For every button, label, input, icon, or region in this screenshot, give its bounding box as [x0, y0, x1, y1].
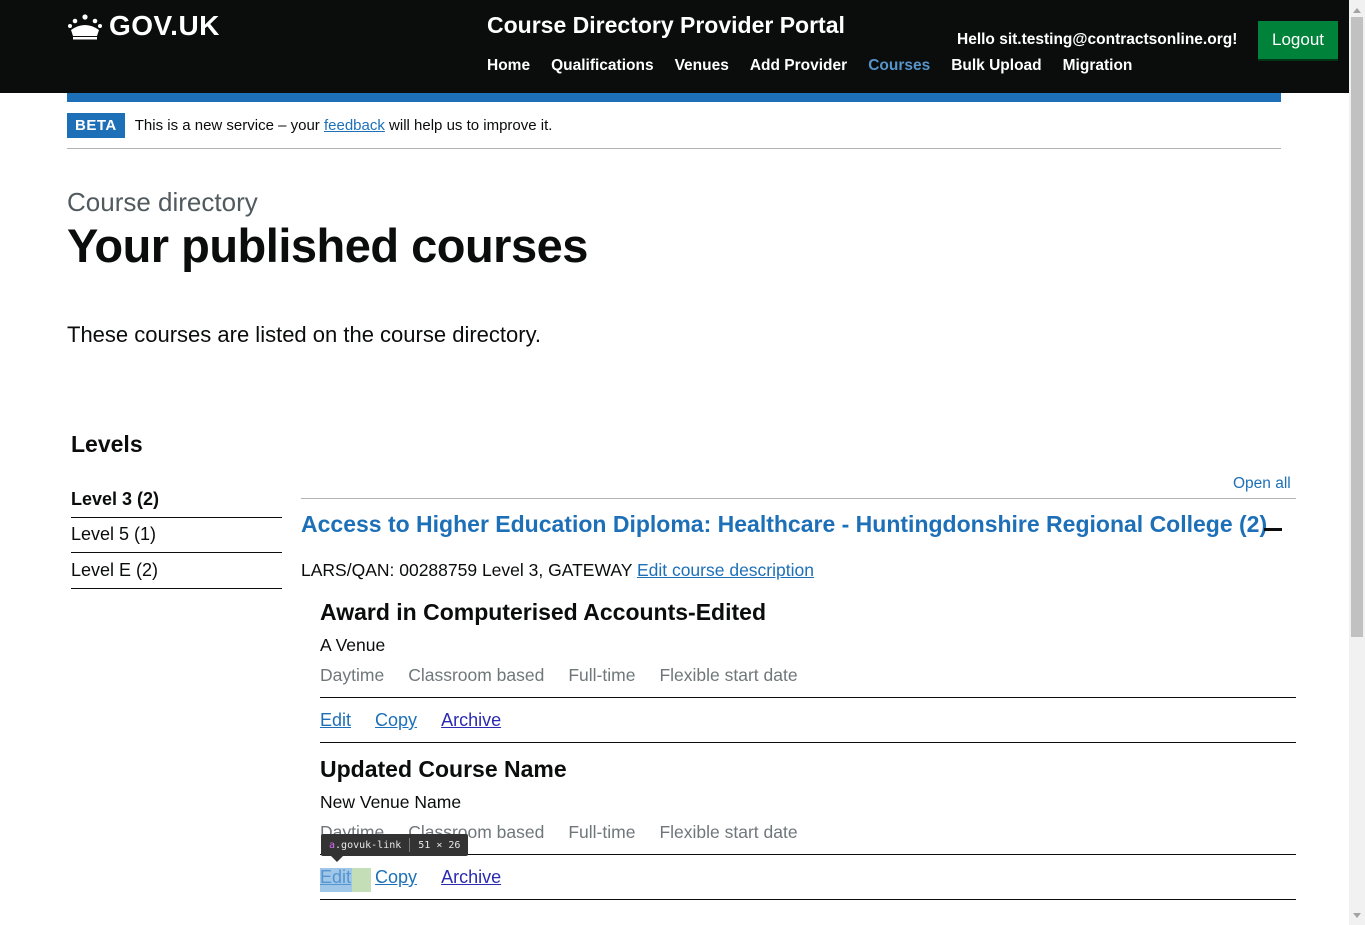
user-greeting: Hello sit.testing@contractsonline.org! — [957, 31, 1238, 48]
page-caption: Course directory — [67, 187, 258, 217]
course-venue: A Venue — [320, 635, 386, 655]
course-divider — [320, 899, 1296, 900]
nav-add-provider[interactable]: Add Provider — [750, 57, 847, 75]
lars-text: LARS/QAN: 00288759 Level 3, GATEWAY — [301, 560, 633, 580]
level-item-e[interactable]: Level E (2) — [71, 553, 282, 589]
tooltip-size: 51 × 26 — [418, 839, 461, 851]
edit-course-description-link[interactable]: Edit course description — [637, 560, 814, 580]
copy-link[interactable]: Copy — [375, 710, 417, 742]
course-name: Updated Course Name — [320, 756, 567, 782]
inspect-highlight-content — [320, 868, 352, 892]
course-venue: New Venue Name — [320, 792, 462, 812]
course-name: Award in Computerised Accounts-Edited — [320, 599, 766, 625]
levels-heading: Levels — [71, 431, 143, 457]
logout-button[interactable]: Logout — [1258, 21, 1338, 59]
logo-text: GOV.UK — [109, 10, 220, 41]
attribute-attendance: Full-time — [568, 665, 636, 685]
page-title: Your published courses — [67, 219, 588, 272]
beta-text: This is a new service – your feedback wi… — [135, 117, 553, 134]
nav-courses[interactable]: Courses — [868, 57, 930, 75]
level-item-3[interactable]: Level 3 (2) — [71, 482, 282, 518]
course-attributes: Daytime Classroom based Full-time Flexib… — [320, 665, 1296, 686]
nav-migration[interactable]: Migration — [1063, 57, 1133, 75]
tooltip-separator — [409, 838, 411, 852]
beta-text-before: This is a new service – your — [134, 117, 320, 134]
attribute-delivery-mode: Classroom based — [408, 665, 545, 685]
accordion-section-title[interactable]: Access to Higher Education Diploma: Heal… — [301, 511, 1267, 538]
collapse-icon[interactable] — [1264, 528, 1282, 531]
accordion-divider — [301, 498, 1296, 499]
nav-venues[interactable]: Venues — [675, 57, 729, 75]
open-all-button[interactable]: Open all — [1233, 475, 1291, 493]
course-divider — [320, 742, 1296, 743]
attribute-attendance: Full-time — [568, 822, 636, 842]
archive-link[interactable]: Archive — [441, 710, 501, 742]
scroll-up-icon[interactable] — [1353, 4, 1361, 13]
tooltip-class: .govuk-link — [335, 839, 402, 851]
attribute-study-time: Daytime — [320, 665, 385, 685]
course-run-card: Updated Course Name New Venue Name Dayti… — [320, 756, 1296, 900]
govuk-logo[interactable]: GOV.UK — [67, 10, 220, 42]
archive-link[interactable]: Archive — [441, 867, 501, 899]
beta-text-after: will help us to improve it. — [389, 117, 553, 134]
nav-home[interactable]: Home — [487, 57, 530, 75]
scrollbar-thumb[interactable] — [1351, 17, 1363, 637]
nav-qualifications[interactable]: Qualifications — [551, 57, 654, 75]
nav-bulk-upload[interactable]: Bulk Upload — [951, 57, 1041, 75]
site-header: GOV.UK Course Directory Provider Portal … — [0, 0, 1349, 93]
course-actions: Edit Copy Archive — [320, 855, 1296, 899]
level-item-5[interactable]: Level 5 (1) — [71, 518, 282, 553]
attribute-start-date: Flexible start date — [659, 665, 798, 685]
beta-banner: BETA This is a new service – your feedba… — [67, 113, 552, 138]
service-name[interactable]: Course Directory Provider Portal — [487, 12, 845, 39]
crown-icon — [68, 14, 102, 40]
devtools-inspect-tooltip: a .govuk-link 51 × 26 — [321, 834, 469, 862]
lars-info: LARS/QAN: 00288759 Level 3, GATEWAY Edit… — [301, 560, 814, 581]
inspect-highlight-padding — [352, 868, 371, 892]
attribute-start-date: Flexible start date — [659, 822, 798, 842]
page-lead: These courses are listed on the course d… — [67, 322, 542, 347]
course-actions: Edit Copy Archive — [320, 698, 1296, 742]
levels-list: Level 3 (2) Level 5 (1) Level E (2) — [71, 482, 282, 589]
beta-divider — [67, 148, 1281, 149]
feedback-link[interactable]: feedback — [324, 117, 385, 134]
edit-link[interactable]: Edit — [320, 710, 351, 742]
header-accent-bar — [67, 93, 1281, 102]
course-run-card: Award in Computerised Accounts-Edited A … — [320, 599, 1296, 743]
beta-tag: BETA — [67, 113, 125, 138]
copy-link[interactable]: Copy — [375, 867, 417, 899]
main-nav: Home Qualifications Venues Add Provider … — [487, 57, 1132, 75]
scroll-down-icon[interactable] — [1353, 913, 1361, 922]
